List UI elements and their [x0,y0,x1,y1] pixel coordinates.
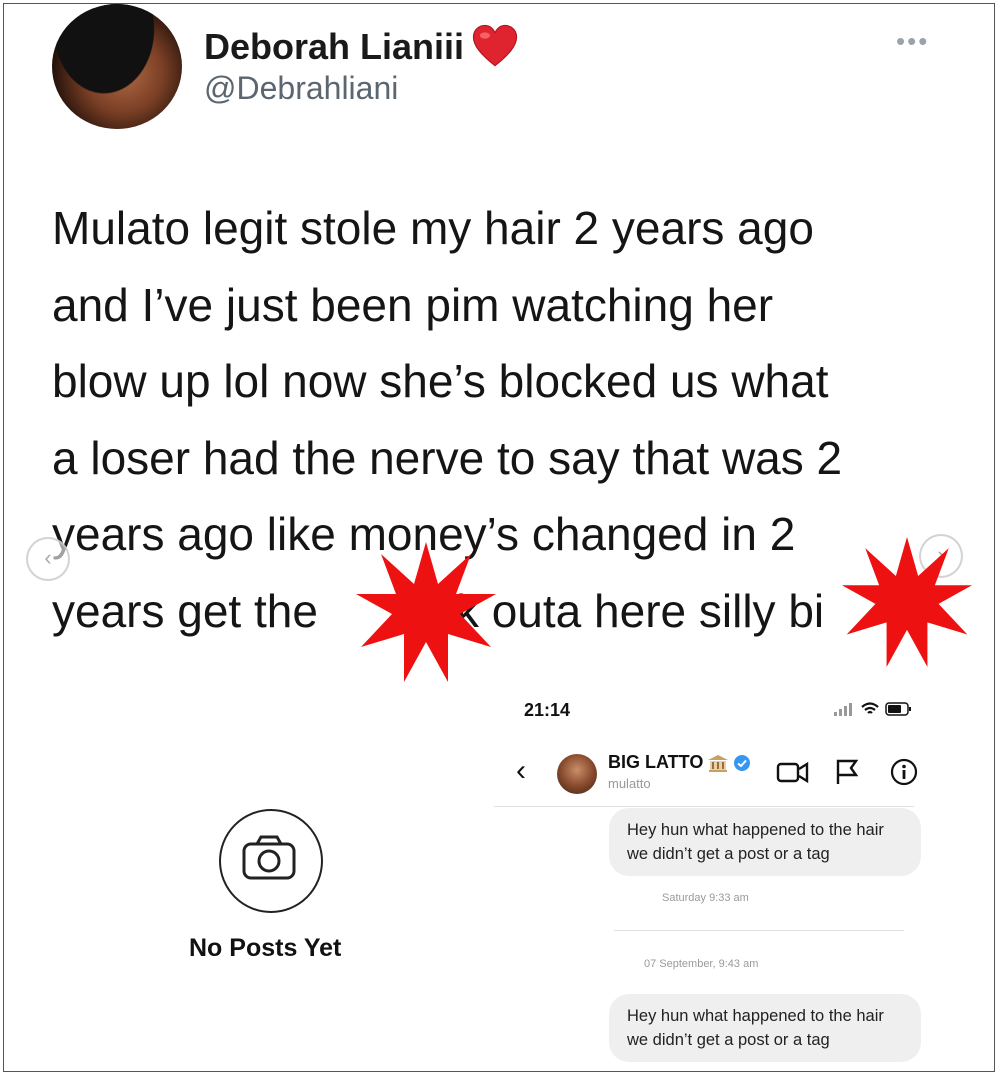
message-bubble[interactable]: Hey hun what happened to the hair we did… [609,994,921,1062]
status-time: 21:14 [524,700,571,720]
user-handle[interactable]: @Debrahliani [204,70,398,107]
tweet-line-6b: k outa here silly bi [455,584,825,637]
message-bubble[interactable]: Hey hun what happened to the hair we did… [609,808,921,876]
battery-icon [885,702,911,716]
dm-screenshot: 21:14 ‹ BIG LATTO mulatto Hey hun what h… [494,684,934,1071]
tweet-line-2: and I’ve just been pim watching her [52,278,774,331]
censor-star-icon [842,537,972,667]
message-text: Hey hun what happened to the hair we did… [627,1007,884,1049]
contact-avatar[interactable] [557,754,597,794]
tweet-line-6: years get the k outa here silly bi [52,573,952,650]
signal-icon [834,703,852,716]
display-name-text: Deborah Lianiii [204,26,465,67]
display-name[interactable]: Deborah Lianiii [204,24,518,70]
video-call-icon[interactable] [776,758,810,786]
contact-username[interactable]: mulatto [608,776,651,791]
message-divider [614,930,904,931]
tweet-line-5: years ago like money’s changed in 2 [52,508,796,560]
message-timestamp: Saturday 9:33 am [662,892,749,904]
tweet-line-3: blow up lol now she’s blocked us what [52,355,829,407]
profile-avatar[interactable] [52,4,182,129]
camera-icon [219,809,323,913]
tweet-text: Mulato legit stole my hair 2 years ago a… [52,190,952,649]
verified-badge-icon [734,754,751,771]
carousel-prev-icon[interactable]: ‹ [26,537,70,581]
contact-name[interactable]: BIG LATTO [608,752,751,773]
screenshot-frame: Deborah Lianiii @Debrahliani ••• Mulato … [3,3,995,1072]
wifi-icon [861,702,879,714]
tweet-line-6a: years get the [52,584,318,637]
bank-emoji-icon [707,754,729,772]
censor-star-icon [356,542,496,682]
message-text: Hey hun what happened to the hair we did… [627,821,884,863]
info-icon[interactable] [890,758,918,786]
no-posts-label: No Posts Yet [189,934,342,962]
back-arrow-icon[interactable]: ‹ [516,754,526,788]
more-dots-icon[interactable]: ••• [896,26,929,57]
report-flag-icon[interactable] [834,758,860,786]
message-timestamp: 07 September, 9:43 am [644,958,759,970]
tweet-line-4: a loser had the nerve to say that was 2 [52,431,843,484]
contact-name-text: BIG LATTO [608,752,704,772]
header-divider [494,806,914,807]
status-icons [834,702,911,716]
tweet-line-1: Mulato legit stole my hair 2 years ago [52,202,814,254]
heart-emoji-icon [472,24,518,67]
